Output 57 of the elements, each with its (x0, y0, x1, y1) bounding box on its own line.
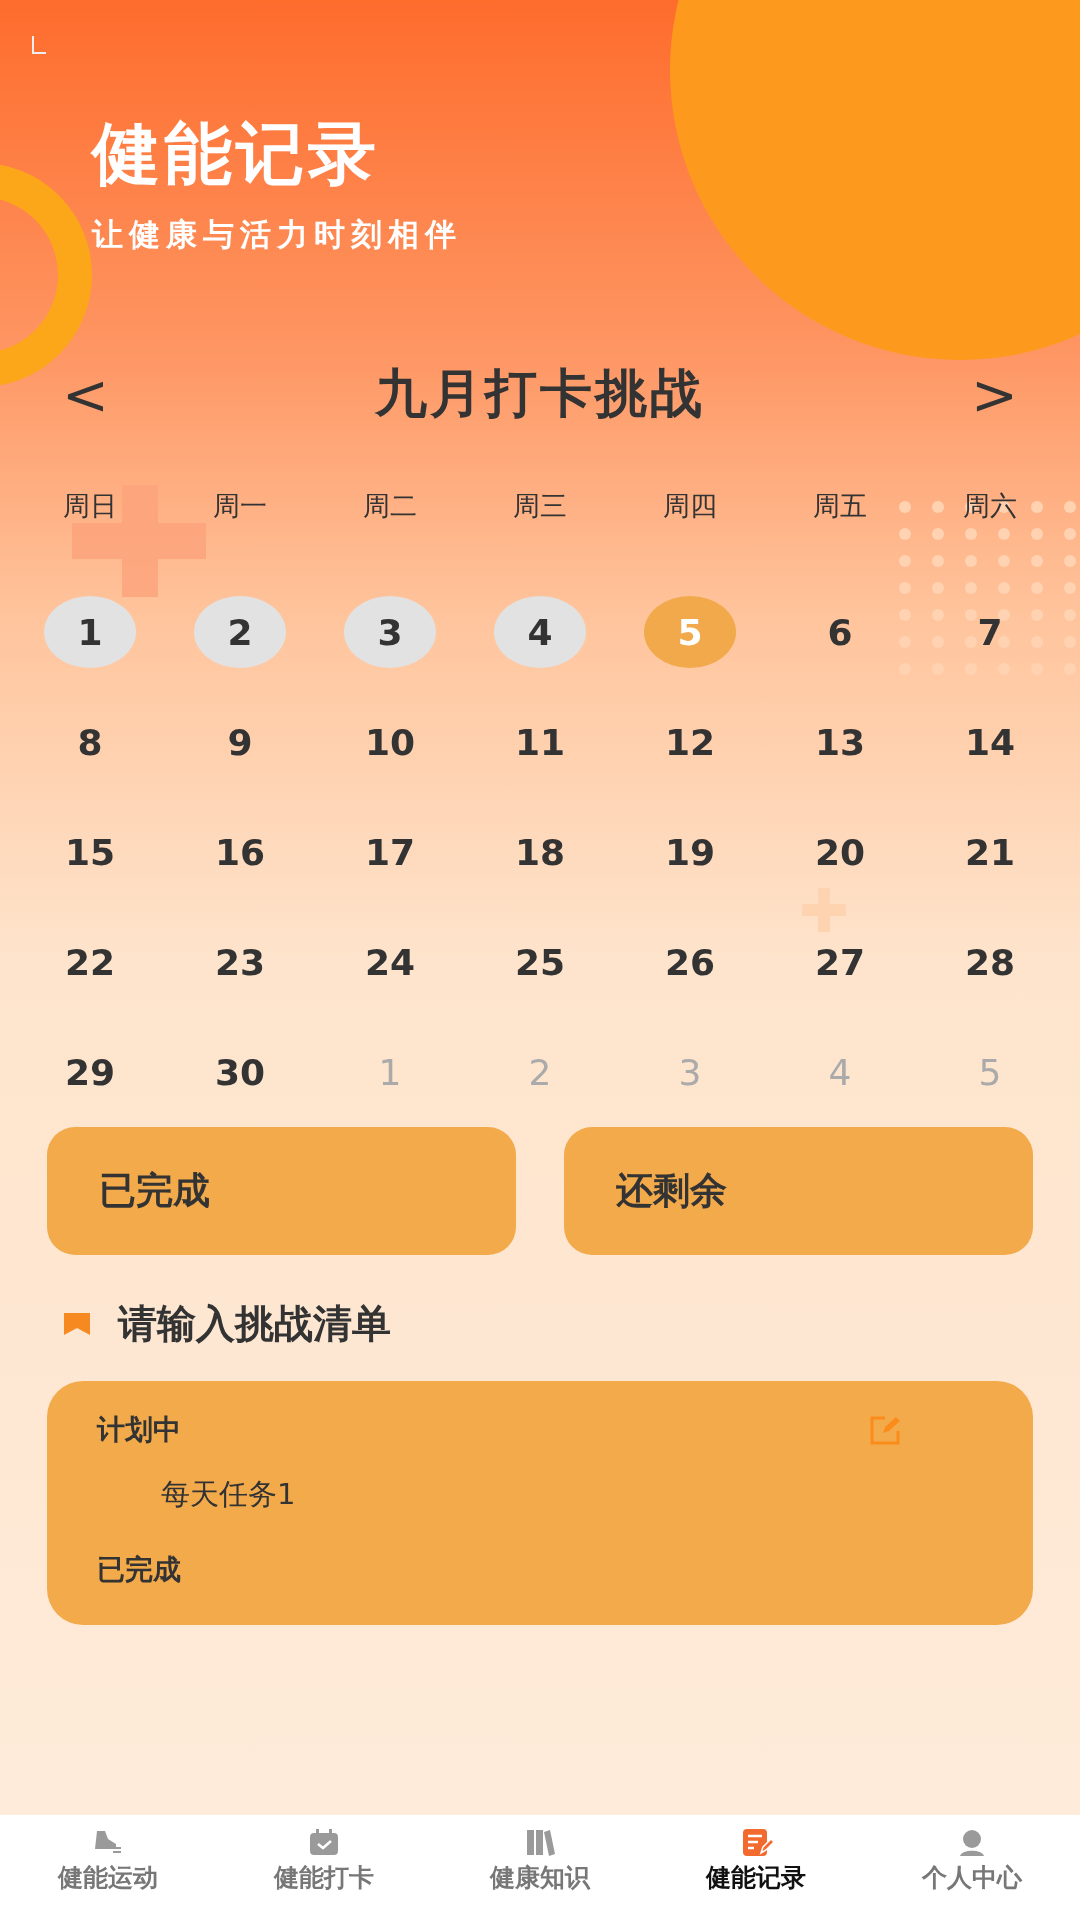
calendar-day[interactable]: 12 (644, 706, 736, 778)
calendar-day[interactable]: 16 (194, 816, 286, 888)
calendar-day[interactable]: 27 (794, 926, 886, 998)
task-item[interactable]: 每天任务1 (161, 1475, 296, 1515)
calendar-day[interactable]: 19 (644, 816, 736, 888)
calendar-day[interactable]: 14 (944, 706, 1036, 778)
calendar-day[interactable]: 29 (44, 1036, 136, 1108)
page-subtitle: 让健康与活力时刻相伴 (92, 215, 463, 254)
calendar-day[interactable]: 22 (44, 926, 136, 998)
calendar-day[interactable]: 30 (194, 1036, 286, 1108)
calendar-day[interactable]: 23 (194, 926, 286, 998)
planned-label: 计划中 (97, 1412, 181, 1448)
summary-card[interactable]: 还剩余 (564, 1127, 1033, 1255)
weekday-label: 周二 (363, 489, 417, 523)
tab-item[interactable]: 健康知识 (432, 1815, 648, 1920)
calendar-day[interactable]: 26 (644, 926, 736, 998)
page-title: 健能记录 (92, 113, 381, 195)
calendar-day[interactable]: 13 (794, 706, 886, 778)
tab-item[interactable]: 个人中心 (864, 1815, 1080, 1920)
weekday-label: 周三 (513, 489, 567, 523)
previous-month-button[interactable]: < (42, 361, 129, 427)
month-title: 九月打卡挑战 (375, 362, 705, 425)
calendar-day[interactable]: 8 (44, 706, 136, 778)
edit-icon[interactable] (869, 1415, 903, 1445)
section-title: 请输入挑战清单 (118, 1300, 391, 1348)
calendar-day[interactable]: 20 (794, 816, 886, 888)
calendar-day[interactable]: 3 (344, 596, 436, 668)
calendar-day[interactable]: 24 (344, 926, 436, 998)
weekday-label: 周五 (813, 489, 867, 523)
weekday-label: 周六 (963, 489, 1017, 523)
weekday-label: 周日 (63, 489, 117, 523)
calendar-day[interactable]: 9 (194, 706, 286, 778)
tab-item[interactable]: 健能运动 (0, 1815, 216, 1920)
tab-item[interactable]: 健能打卡 (216, 1815, 432, 1920)
calendar-day[interactable]: 10 (344, 706, 436, 778)
calendar-day[interactable]: 2 (194, 596, 286, 668)
calendar-day[interactable]: 17 (344, 816, 436, 888)
bookmark-icon (64, 1313, 90, 1335)
calendar-day[interactable]: 18 (494, 816, 586, 888)
summary-card[interactable]: 已完成 (47, 1127, 516, 1255)
calendar-day[interactable]: 1 (44, 596, 136, 668)
calendar-day[interactable]: 15 (44, 816, 136, 888)
calendar-icon (307, 1827, 341, 1857)
tab-item[interactable]: 健能记录 (648, 1815, 864, 1920)
corner-icon (32, 36, 46, 54)
calendar-day[interactable]: 11 (494, 706, 586, 778)
plus-decoration (802, 888, 846, 932)
calendar-day[interactable]: 25 (494, 926, 586, 998)
weekday-label: 周四 (663, 489, 717, 523)
calendar-day[interactable]: 7 (944, 596, 1036, 668)
calendar-day[interactable]: 28 (944, 926, 1036, 998)
calendar-day[interactable]: 4 (494, 596, 586, 668)
weekday-label: 周一 (213, 489, 267, 523)
done-label: 已完成 (97, 1552, 181, 1588)
next-month-button[interactable]: > (951, 361, 1038, 427)
calendar-day[interactable]: 6 (794, 596, 886, 668)
calendar-day[interactable]: 21 (944, 816, 1036, 888)
